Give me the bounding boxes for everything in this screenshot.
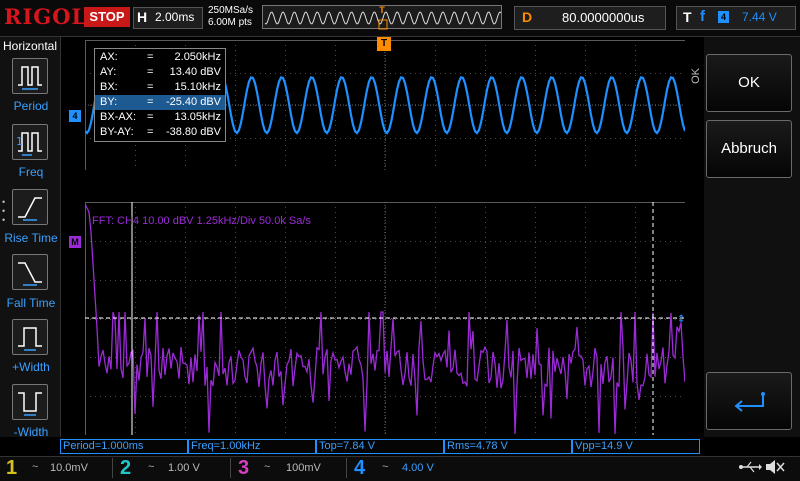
- run-stop-status[interactable]: STOP: [84, 7, 130, 27]
- measure-period[interactable]: Period=1.000ms: [60, 439, 188, 454]
- neg-width-icon: [18, 392, 42, 416]
- pos-width-icon: [18, 327, 42, 351]
- memory-depth: 6.00M pts: [208, 17, 252, 28]
- trigger-level-value: 7.44 V: [742, 10, 777, 24]
- rise-time-label: Rise Time: [4, 231, 58, 245]
- ch2-number[interactable]: 2: [120, 457, 131, 479]
- cursor-row: BX: = 15.10kHz: [95, 80, 225, 95]
- cursor-equals: =: [147, 51, 154, 63]
- cursor-row: BY: = -25.40 dBV: [95, 95, 225, 110]
- cursor-adjust-icon: ↕: [677, 314, 685, 325]
- freq-icon: 1: [16, 132, 42, 156]
- fall-time-label: Fall Time: [6, 296, 56, 310]
- cursor-value: -25.40 dBV: [165, 96, 221, 108]
- rise-time-icon: [18, 197, 42, 221]
- trigger-box[interactable]: [676, 6, 796, 30]
- ch3-coupling: ~: [264, 461, 271, 473]
- cursor-value: 13.40 dBV: [169, 66, 221, 78]
- ch4-number[interactable]: 4: [354, 457, 365, 479]
- rising-edge-icon: f: [700, 8, 705, 25]
- measure-vpp[interactable]: Vpp=14.9 V: [572, 439, 700, 454]
- fft-spectrum-grid[interactable]: ↕: [85, 202, 685, 435]
- cursor-name: BX-AX:: [100, 111, 137, 123]
- freq-label: Freq: [18, 165, 44, 179]
- acquisition-info: 250MSa/s 6.00M pts: [208, 5, 253, 29]
- cursor-equals: =: [147, 111, 154, 123]
- ch4-scale: 4.00 V: [402, 462, 434, 474]
- ok-side-label: OK: [690, 68, 702, 84]
- neg-width-button[interactable]: [12, 384, 48, 420]
- measure-rms[interactable]: Rms=4.78 V: [444, 439, 572, 454]
- cursor-equals: =: [147, 126, 154, 138]
- cancel-button[interactable]: Abbruch: [706, 120, 792, 178]
- fall-time-button[interactable]: [12, 254, 48, 290]
- cursor-readout-box: AX: = 2.050kHz AY: = 13.40 dBV BX: = 15.10kHz BY:…: [94, 48, 226, 142]
- cursor-row: AY: = 13.40 dBV: [95, 65, 225, 80]
- cursor-row: BX-AX: = 13.05kHz: [95, 110, 225, 125]
- delay-value: 80.0000000us: [562, 10, 645, 25]
- cursor-name: AY:: [100, 66, 117, 78]
- trigger-source-badge: 4: [718, 11, 729, 23]
- channel-divider: [346, 458, 347, 478]
- freq-button[interactable]: 1: [12, 124, 48, 160]
- math-offset-marker[interactable]: M: [69, 236, 81, 248]
- ok-button[interactable]: OK: [706, 54, 792, 112]
- trigger-label: T: [683, 9, 692, 25]
- channel-divider: [230, 458, 231, 478]
- measure-top[interactable]: Top=7.84 V: [316, 439, 444, 454]
- ch1-coupling: ~: [32, 461, 39, 473]
- fft-info-label: FFT: CH4 10.00 dBV 1.25kHz/Div 50.0k Sa/…: [92, 215, 311, 227]
- sample-rate: 250MSa/s: [208, 5, 254, 16]
- cursor-equals: =: [147, 81, 154, 93]
- cursor-row: AX: = 2.050kHz: [95, 50, 225, 65]
- speaker-muted-icon[interactable]: [764, 457, 786, 477]
- period-button[interactable]: [12, 58, 48, 94]
- cursor-row: BY-AY: = -38.80 dBV: [95, 125, 225, 140]
- period-icon: [18, 66, 42, 90]
- memory-trigger-marker: T: [379, 5, 385, 15]
- cursor-name: BY:: [100, 96, 118, 108]
- cursor-name: BX:: [100, 81, 118, 93]
- ch1-number[interactable]: 1: [6, 457, 17, 479]
- svg-text:1: 1: [16, 135, 23, 148]
- menu-page-dots-icon: • • •: [2, 197, 6, 225]
- period-label: Period: [13, 99, 49, 113]
- menu-title: Horizontal: [2, 39, 58, 53]
- cursor-name: BY-AY:: [100, 126, 134, 138]
- neg-width-label: -Width: [13, 425, 49, 439]
- cursor-value: 15.10kHz: [174, 81, 221, 93]
- ch4-offset-marker[interactable]: 4: [69, 110, 81, 122]
- cursor-value: 13.05kHz: [174, 111, 221, 123]
- fall-time-icon: [18, 262, 42, 286]
- ch4-coupling: ~: [382, 461, 389, 473]
- ch2-coupling: ~: [148, 461, 155, 473]
- cursor-name: AX:: [100, 51, 118, 63]
- back-button[interactable]: [706, 372, 792, 430]
- measure-freq[interactable]: Freq=1.00kHz: [188, 439, 316, 454]
- cursor-equals: =: [147, 96, 154, 108]
- pos-width-button[interactable]: [12, 319, 48, 355]
- rise-time-button[interactable]: [12, 189, 48, 225]
- usb-icon: [739, 461, 762, 473]
- pos-width-label: +Width: [12, 360, 50, 374]
- ch1-scale: 10.0mV: [50, 462, 88, 474]
- cursor-value: -38.80 dBV: [165, 126, 221, 138]
- ch2-scale: 1.00 V: [168, 462, 200, 474]
- ch3-number[interactable]: 3: [238, 457, 249, 479]
- ch3-scale: 100mV: [286, 462, 321, 474]
- cursor-equals: =: [147, 66, 154, 78]
- horizontal-scale-value: 2.00ms: [155, 10, 195, 24]
- channel-divider: [112, 458, 113, 478]
- delay-label: D: [522, 9, 533, 25]
- cursor-value: 2.050kHz: [174, 51, 221, 63]
- horizontal-label: H: [137, 9, 148, 25]
- trigger-position-marker[interactable]: T: [377, 37, 391, 51]
- brand-logo: RIGOL: [4, 4, 88, 29]
- return-arrow-icon: [734, 392, 765, 412]
